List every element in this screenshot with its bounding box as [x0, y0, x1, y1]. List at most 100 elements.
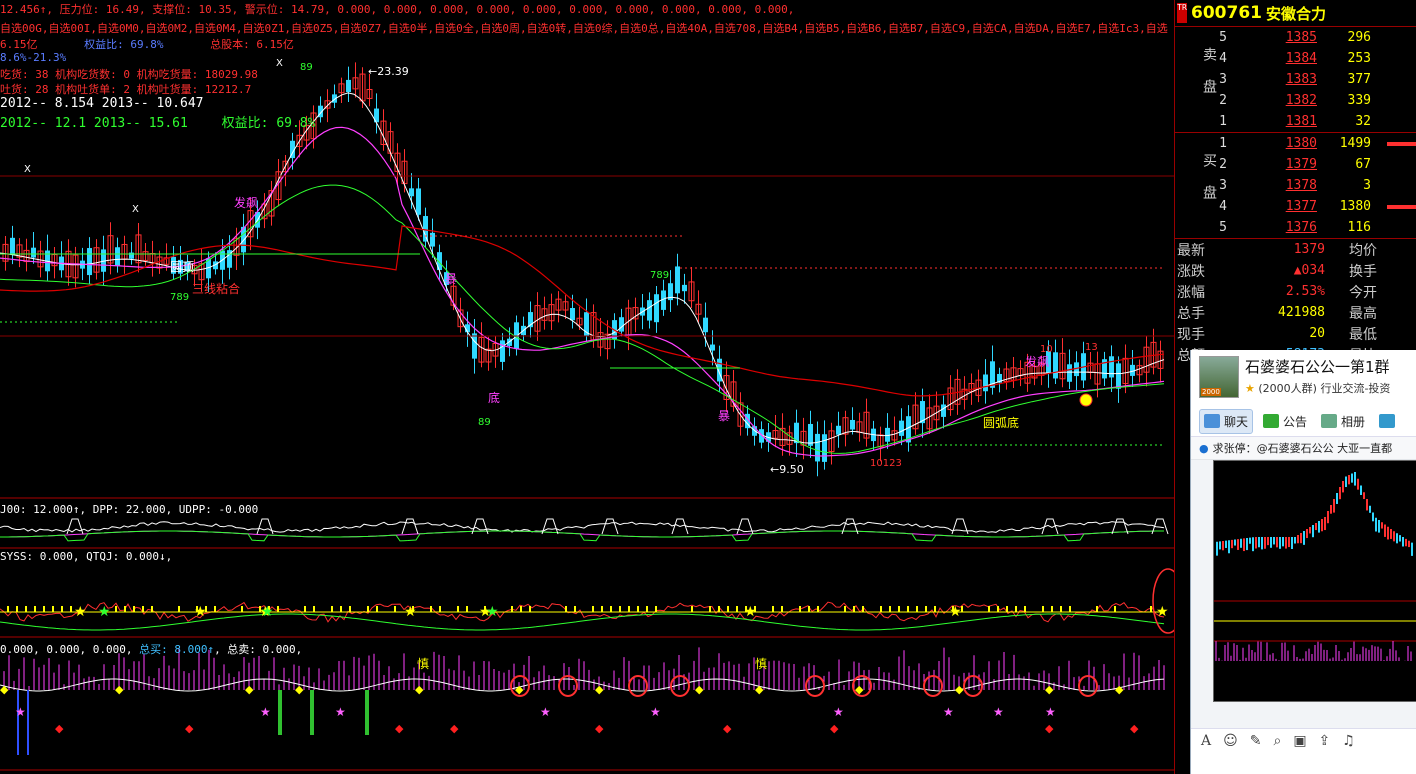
count-digit: 789	[650, 270, 669, 281]
sell-level-row[interactable]: 5 1385 296	[1175, 27, 1416, 48]
indicator-1-peak	[1151, 518, 1169, 535]
mini-mark	[1261, 537, 1263, 550]
mini-mark	[1240, 538, 1242, 548]
stock-name[interactable]: 安徽合力	[1266, 3, 1326, 24]
tab-notice[interactable]: 公告	[1259, 410, 1311, 433]
buy-level-row[interactable]: 1 1380 1499	[1175, 133, 1416, 154]
indicator-2-header: SYSS: 0.000, QTQJ: 0.000↓,	[0, 550, 173, 563]
kline-chart-area[interactable]: ←23.39 ←9.50 圆顶 三线粘合 圆弧底 发飙 发飙底暴暴 X X X 89 789 789 89…	[0, 0, 1174, 774]
diamond-icon: ◆	[755, 683, 764, 696]
group-title[interactable]: 石婆婆石公公一第1群	[1245, 356, 1390, 377]
diamond-icon: ◆	[955, 683, 964, 696]
level-price[interactable]: 1376	[1231, 220, 1321, 235]
image-icon[interactable]: ▣	[1293, 733, 1306, 749]
diamond-icon: ◆	[1130, 722, 1139, 735]
candle-body	[115, 247, 120, 266]
mini-mark	[1315, 523, 1317, 531]
mini-mark	[1360, 485, 1362, 495]
buy-level-row[interactable]: 3 1378 3	[1175, 175, 1416, 196]
level-price[interactable]: 1381	[1231, 114, 1321, 129]
mini-mark	[1225, 540, 1227, 548]
level-price[interactable]: 1380	[1231, 136, 1321, 151]
diamond-icon: ◆	[1115, 683, 1124, 696]
mini-mark	[1348, 475, 1350, 485]
level-volume: 253	[1347, 51, 1371, 66]
indicator-3-header: 0.000, 0.000, 0.000, 总买: 8.000↑, 总卖: 0.0…	[0, 643, 303, 656]
stat-label: 现手	[1177, 326, 1205, 343]
shake-icon[interactable]: ⌕	[1273, 733, 1281, 749]
level-number: 1	[1219, 114, 1227, 129]
level-price[interactable]: 1384	[1231, 51, 1321, 66]
mini-mark	[1243, 538, 1245, 552]
level-number: 5	[1219, 30, 1227, 45]
qq-group-window[interactable]: 2000 石婆婆石公公一第1群 ★ (2000人群) 行业交流-投资 聊天 公告…	[1190, 350, 1416, 774]
level-price[interactable]: 1385	[1231, 30, 1321, 45]
mini-mark	[1357, 478, 1359, 490]
stat-row: 涨幅 2.53% 今开	[1175, 281, 1416, 302]
mini-mark	[1300, 533, 1302, 544]
stat-label: 最新	[1177, 242, 1205, 259]
level-price[interactable]: 1379	[1231, 157, 1321, 172]
upload-icon[interactable]: ⇪	[1319, 733, 1331, 749]
level-number: 3	[1219, 72, 1227, 87]
mini-chart	[1214, 472, 1416, 661]
mini-mark	[1324, 517, 1326, 531]
count-digit: 789	[170, 292, 189, 303]
candle-body	[654, 294, 659, 323]
tab-album[interactable]: 相册	[1317, 410, 1369, 433]
mini-mark	[1267, 537, 1269, 546]
level-price[interactable]: 1383	[1231, 72, 1321, 87]
star-icon: ★	[15, 705, 26, 719]
tab-more[interactable]	[1375, 411, 1399, 431]
group-avatar[interactable]: 2000	[1199, 356, 1239, 398]
level-volume: 1499	[1339, 136, 1371, 151]
magic-icon[interactable]: ✎	[1250, 733, 1262, 749]
stat-value: 2.53%	[1285, 284, 1325, 299]
diamond-icon: ◆	[245, 683, 254, 696]
diamond-icon: ◆	[0, 683, 9, 696]
sell-level-row[interactable]: 4 1384 253	[1175, 48, 1416, 69]
mini-mark	[1402, 537, 1404, 547]
sell-level-row[interactable]: 1 1381 32	[1175, 111, 1416, 132]
music-icon[interactable]: ♫	[1342, 733, 1355, 749]
buy-level-row[interactable]: 4 1377 1380	[1175, 196, 1416, 217]
quote-stats: 最新 1379 均价 涨跌 ▲034 换手 涨幅 2.53% 今开 总手 421988 最高 现手 20 最…	[1175, 239, 1416, 365]
candle-body	[423, 216, 428, 242]
group-meta: ★ (2000人群) 行业交流-投资	[1245, 382, 1391, 395]
stat-row: 总手 421988 最高	[1175, 302, 1416, 323]
level-price[interactable]: 1378	[1231, 178, 1321, 193]
diamond-icon: ◆	[115, 683, 124, 696]
emoji-icon[interactable]: ☺	[1223, 733, 1238, 749]
mini-mark	[1249, 537, 1251, 544]
stock-code[interactable]: 600761	[1191, 3, 1262, 23]
sell-level-row[interactable]: 2 1382 339	[1175, 90, 1416, 111]
message-input[interactable]	[1191, 752, 1416, 774]
indicator-1-peak	[256, 518, 274, 535]
diamond-icon: ◆	[830, 722, 839, 735]
star-icon: ★	[260, 705, 271, 719]
level-price[interactable]: 1382	[1231, 93, 1321, 108]
signal-label: 发飙	[1025, 354, 1049, 369]
buy-order-book: 买盘 1 1380 1499 2 1379 67 3 1378 3 4 1377 1380 5 1376 1…	[1175, 133, 1416, 239]
level-volume: 377	[1347, 72, 1371, 87]
tab-chat[interactable]: 聊天	[1199, 408, 1254, 434]
stock-badge: TR	[1177, 3, 1187, 23]
candle-body	[899, 420, 904, 436]
star-icon: ★	[949, 604, 962, 620]
indicator-1-peak	[66, 518, 84, 535]
candle-body	[10, 237, 15, 255]
mini-mark	[1306, 529, 1308, 539]
mini-mark	[1303, 531, 1305, 545]
level-price[interactable]: 1377	[1231, 199, 1321, 214]
buy-level-row[interactable]: 2 1379 67	[1175, 154, 1416, 175]
qq-group-header: 2000 石婆婆石公公一第1群 ★ (2000人群) 行业交流-投资	[1191, 350, 1416, 406]
shared-chart-image[interactable]	[1213, 460, 1416, 702]
buy-level-row[interactable]: 5 1376 116	[1175, 217, 1416, 238]
equity-line: 6.15亿 权益比: 69.8% 总股本: 6.15亿	[0, 38, 294, 51]
font-icon[interactable]: A	[1201, 733, 1211, 749]
mini-mark	[1246, 538, 1248, 551]
stat-label: 涨跌	[1177, 263, 1205, 280]
mini-mark	[1234, 539, 1236, 546]
sell-level-row[interactable]: 3 1383 377	[1175, 69, 1416, 90]
mini-mark	[1264, 537, 1266, 549]
